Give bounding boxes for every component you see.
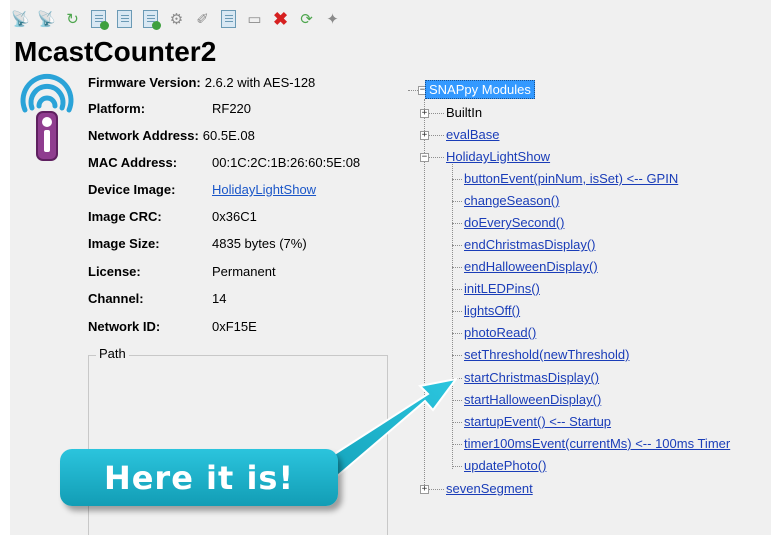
tree-node-function[interactable]: endChristmasDisplay() <box>464 237 595 252</box>
tree-connector <box>452 444 462 445</box>
tree-node-evalbase[interactable]: evalBase <box>446 127 499 142</box>
tree-node-holidaylightshow[interactable]: HolidayLightShow <box>446 149 550 164</box>
tree-node-function[interactable]: updatePhoto() <box>464 458 546 473</box>
tree-node-builtin[interactable]: BuiltIn <box>446 105 482 120</box>
tree-connector <box>452 267 462 268</box>
tree-connector <box>452 311 462 312</box>
tree-node-function[interactable]: startupEvent() <-- Startup <box>464 414 611 429</box>
tree-connector <box>452 466 462 467</box>
tree-connector <box>452 201 462 202</box>
tree-node-function[interactable]: buttonEvent(pinNum, isSet) <-- GPIN <box>464 171 678 186</box>
tree-expand-icon[interactable]: + <box>420 485 429 494</box>
tree-connector <box>452 400 462 401</box>
tree-connector <box>452 245 462 246</box>
tree-node-function[interactable]: setThreshold(newThreshold) <box>464 347 629 362</box>
tree-node-function[interactable]: timer100msEvent(currentMs) <-- 100ms Tim… <box>464 436 730 451</box>
tree-collapse-icon[interactable]: − <box>420 153 429 162</box>
tree-expand-icon[interactable]: + <box>420 109 429 118</box>
tree-expand-icon[interactable]: + <box>420 131 429 140</box>
callout-text: Here it is! <box>103 458 295 497</box>
tree-connector <box>452 378 462 379</box>
tree-connector <box>452 164 453 469</box>
tree-connector <box>452 289 462 290</box>
tree-node-function[interactable]: startHalloweenDisplay() <box>464 392 601 407</box>
tree-node-sevensegment[interactable]: sevenSegment <box>446 481 533 496</box>
tree-connector <box>452 179 462 180</box>
tree-node-function[interactable]: photoRead() <box>464 325 536 340</box>
tree-node-function[interactable]: endHalloweenDisplay() <box>464 259 598 274</box>
here-it-is-callout: Here it is! <box>60 449 338 506</box>
tree-node-function[interactable]: initLEDPins() <box>464 281 540 296</box>
tree-connector <box>452 355 462 356</box>
tree-connector <box>452 333 462 334</box>
tree-node-function[interactable]: startChristmasDisplay() <box>464 370 599 385</box>
tree-node-function[interactable]: doEverySecond() <box>464 215 564 230</box>
tree-connector <box>452 223 462 224</box>
tree-node-function[interactable]: lightsOff() <box>464 303 520 318</box>
tree-node-function[interactable]: changeSeason() <box>464 193 559 208</box>
tree-root-snappy-modules[interactable]: SNAPpy Modules <box>425 80 535 99</box>
tree-connector <box>452 422 462 423</box>
